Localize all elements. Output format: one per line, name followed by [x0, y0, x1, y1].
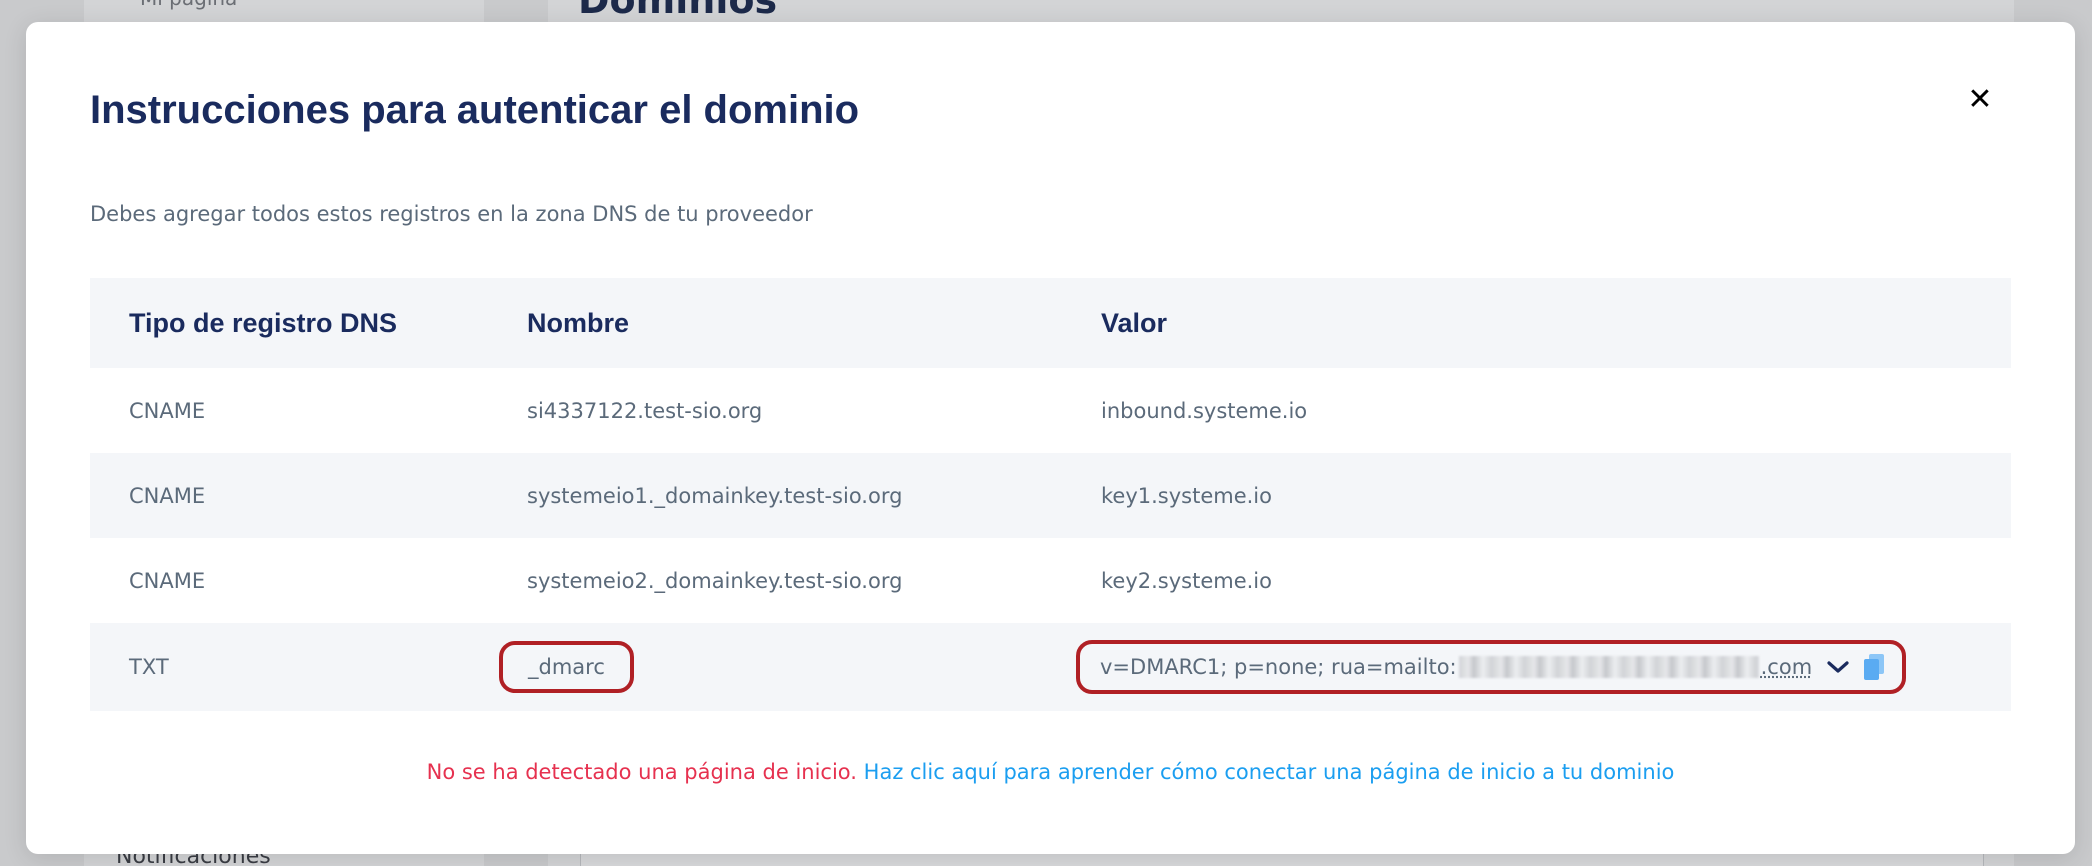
copy-icon[interactable]	[1864, 654, 1885, 680]
modal-title: Instrucciones para autenticar el dominio	[90, 88, 860, 132]
record-value: key1.systeme.io	[1101, 483, 1272, 508]
record-name: si4337122.test-sio.org	[527, 398, 763, 423]
header-value: Valor	[1101, 307, 1168, 338]
record-name: systemeio1._domainkey.test-sio.org	[527, 483, 903, 508]
record-value: key2.systeme.io	[1101, 568, 1272, 593]
background-sidebar-item: Mi página	[140, 0, 440, 10]
record-name: systemeio2._domainkey.test-sio.org	[527, 568, 903, 593]
table-row: CNAME si4337122.test-sio.org inbound.sys…	[90, 368, 2011, 453]
table-row: TXT _dmarc v=DMARC1; p=none; rua=mailto:…	[90, 623, 2011, 711]
table-row: CNAME systemeio1._domainkey.test-sio.org…	[90, 453, 2011, 538]
header-type: Tipo de registro DNS	[129, 307, 398, 338]
redacted-email	[1458, 656, 1759, 678]
table-header-row: Tipo de registro DNS Nombre Valor	[90, 278, 2011, 368]
homepage-help-link[interactable]: Haz clic aquí para aprender cómo conecta…	[864, 760, 1675, 784]
header-name: Nombre	[527, 307, 630, 338]
record-value-cell: v=DMARC1; p=none; rua=mailto: .com	[1062, 623, 2011, 711]
record-name-highlighted: _dmarc	[499, 641, 634, 693]
close-button[interactable]: ✕	[1962, 82, 1998, 118]
homepage-warning: No se ha detectado una página de inicio.	[426, 760, 857, 784]
record-type: TXT	[129, 655, 169, 679]
chevron-down-icon[interactable]	[1826, 659, 1850, 675]
record-type: CNAME	[129, 568, 206, 593]
table-row: CNAME systemeio2._domainkey.test-sio.org…	[90, 538, 2011, 623]
modal-subtitle: Debes agregar todos estos registros en l…	[90, 202, 813, 226]
background-page-title: Dominios	[578, 0, 778, 22]
record-value-prefix: v=DMARC1; p=none; rua=mailto:	[1100, 655, 1457, 679]
homepage-notice: No se ha detectado una página de inicio.…	[26, 760, 2075, 784]
record-value-highlighted: v=DMARC1; p=none; rua=mailto: .com	[1076, 640, 1907, 694]
dns-instructions-modal: Instrucciones para autenticar el dominio…	[26, 22, 2075, 854]
record-value-suffix[interactable]: .com	[1761, 655, 1813, 679]
record-name-cell: _dmarc	[488, 623, 1062, 711]
record-value: inbound.systeme.io	[1101, 398, 1308, 423]
record-type: CNAME	[129, 483, 206, 508]
record-type: CNAME	[129, 398, 206, 423]
close-icon: ✕	[1967, 82, 1993, 117]
dns-records-table: Tipo de registro DNS Nombre Valor CNAME …	[90, 278, 2011, 711]
